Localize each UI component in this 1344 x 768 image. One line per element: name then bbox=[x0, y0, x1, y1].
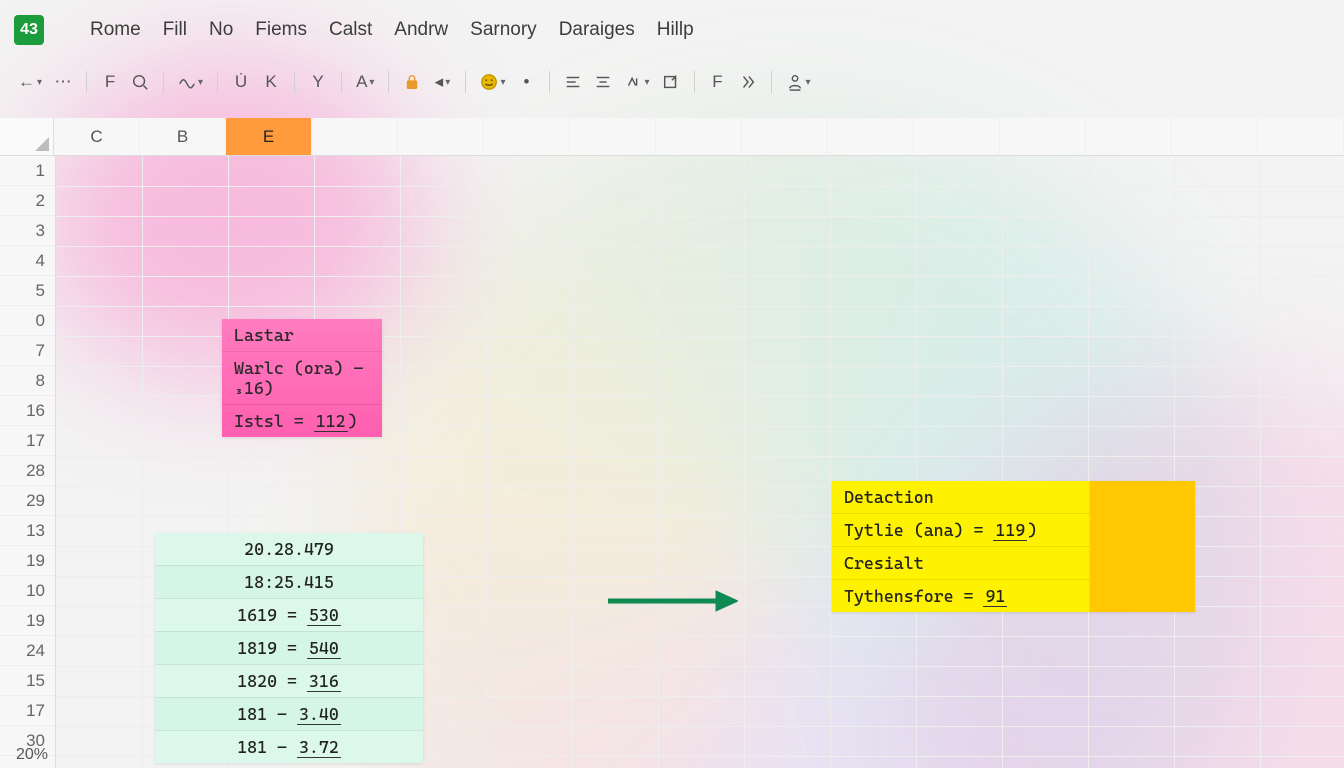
font-color-button[interactable]: A▾ bbox=[354, 69, 376, 95]
dot-button[interactable]: • bbox=[515, 69, 537, 95]
font-f-button[interactable]: F bbox=[99, 69, 121, 95]
note-line: Cresialt bbox=[832, 546, 1090, 579]
column-header-C[interactable]: C bbox=[54, 118, 140, 156]
row-header[interactable]: 19 bbox=[0, 546, 55, 576]
app-badge: 43 bbox=[14, 15, 44, 45]
column-header-blank[interactable] bbox=[742, 118, 828, 156]
row-header[interactable]: 17 bbox=[0, 426, 55, 456]
row-header[interactable]: 7 bbox=[0, 336, 55, 366]
column-header-blank[interactable] bbox=[1086, 118, 1172, 156]
row-header[interactable]: 2 bbox=[0, 186, 55, 216]
wave-icon[interactable]: ▾ bbox=[176, 69, 205, 95]
letter-y-button[interactable]: Y bbox=[307, 69, 329, 95]
column-headers: CBE bbox=[0, 118, 1344, 156]
note-line: 1820 = 316 bbox=[155, 664, 423, 697]
column-header-blank[interactable] bbox=[312, 118, 398, 156]
person-icon[interactable]: ▾ bbox=[784, 69, 813, 95]
toolbar: ←▾ ⋯ F ▾ U̇ K Y A▾ ◂▾ ▾ • ▾ F ▾ bbox=[0, 64, 1344, 100]
menu-item-calst[interactable]: Calst bbox=[329, 19, 372, 41]
menu-item-rome[interactable]: Rome bbox=[90, 19, 141, 41]
menu-item-sarnory[interactable]: Sarnory bbox=[470, 19, 537, 41]
row-header[interactable]: 13 bbox=[0, 516, 55, 546]
pink-note[interactable]: LastarWarlc (ora) – ₃16)Istsl = 112) bbox=[222, 319, 382, 437]
menu-item-no[interactable]: No bbox=[209, 19, 233, 41]
row-header[interactable]: 29 bbox=[0, 486, 55, 516]
note-line: Detaction bbox=[832, 481, 1090, 513]
row-header[interactable]: 3 bbox=[0, 216, 55, 246]
row-header[interactable]: 10 bbox=[0, 576, 55, 606]
row-headers: 12345078161728291319101924151730 bbox=[0, 156, 56, 768]
row-header[interactable]: 0 bbox=[0, 306, 55, 336]
letter-k-button[interactable]: K bbox=[260, 69, 282, 95]
chevrons-icon[interactable] bbox=[737, 69, 759, 95]
arrow-left-small-button[interactable]: ◂▾ bbox=[431, 69, 453, 95]
align-left-icon[interactable] bbox=[562, 69, 584, 95]
column-header-blank[interactable] bbox=[1258, 118, 1344, 156]
u-underline-button[interactable]: U̇ bbox=[230, 69, 252, 95]
back-button[interactable]: ←▾ bbox=[16, 69, 44, 95]
note-line: 1819 = 540 bbox=[155, 631, 423, 664]
column-header-blank[interactable] bbox=[484, 118, 570, 156]
note-line: Istsl = 112) bbox=[222, 404, 382, 437]
sort-icon[interactable]: ▾ bbox=[622, 69, 651, 95]
note-line: 181 – 3.72 bbox=[155, 730, 423, 763]
yellow-note[interactable]: DetactionTytlie (ana) = 119)CresialtTyth… bbox=[832, 481, 1090, 612]
note-line: 18:25.415 bbox=[155, 565, 423, 598]
column-header-blank[interactable] bbox=[828, 118, 914, 156]
column-header-E[interactable]: E bbox=[226, 118, 312, 156]
menu-item-daraiges[interactable]: Daraiges bbox=[559, 19, 635, 41]
letter-f2-button[interactable]: F bbox=[707, 69, 729, 95]
column-header-B[interactable]: B bbox=[140, 118, 226, 156]
mint-table[interactable]: 20.28.47918:25.4151619 = 5301819 = 54018… bbox=[155, 533, 423, 763]
column-header-blank[interactable] bbox=[656, 118, 742, 156]
more-button[interactable]: ⋯ bbox=[52, 69, 74, 95]
menu-items: Rome Fill No Fiems Calst Andrw Sarnory Daraiges… bbox=[90, 19, 694, 41]
row-header[interactable]: 4 bbox=[0, 246, 55, 276]
note-line: Tythensfore = 91 bbox=[832, 579, 1090, 612]
row-header[interactable]: 16 bbox=[0, 396, 55, 426]
row-header[interactable]: 8 bbox=[0, 366, 55, 396]
note-line: 181 – 3.40 bbox=[155, 697, 423, 730]
column-header-blank[interactable] bbox=[1172, 118, 1258, 156]
status-zoom: 20% bbox=[16, 746, 48, 764]
spreadsheet-grid[interactable]: CBE 12345078161728291319101924151730 Las… bbox=[0, 118, 1344, 768]
row-header[interactable]: 24 bbox=[0, 636, 55, 666]
search-icon[interactable] bbox=[129, 69, 151, 95]
menu-item-hillp[interactable]: Hillp bbox=[657, 19, 694, 41]
row-header[interactable]: 15 bbox=[0, 666, 55, 696]
menu-item-fill[interactable]: Fill bbox=[163, 19, 187, 41]
column-header-blank[interactable] bbox=[570, 118, 656, 156]
export-icon[interactable] bbox=[660, 69, 682, 95]
note-line: 1619 = 530 bbox=[155, 598, 423, 631]
note-line: 20.28.479 bbox=[155, 533, 423, 565]
menu-item-fiems[interactable]: Fiems bbox=[255, 19, 307, 41]
row-header[interactable]: 19 bbox=[0, 606, 55, 636]
note-line: Tytlie (ana) = 119) bbox=[832, 513, 1090, 546]
column-header-blank[interactable] bbox=[1000, 118, 1086, 156]
column-header-blank[interactable] bbox=[398, 118, 484, 156]
row-header[interactable]: 1 bbox=[0, 156, 55, 186]
note-line: Lastar bbox=[222, 319, 382, 351]
lock-icon[interactable] bbox=[401, 69, 423, 95]
menu-item-andrw[interactable]: Andrw bbox=[394, 19, 448, 41]
menubar: 43 Rome Fill No Fiems Calst Andrw Sarnory Darai… bbox=[0, 6, 1344, 54]
align-center-icon[interactable] bbox=[592, 69, 614, 95]
column-header-blank[interactable] bbox=[914, 118, 1000, 156]
arrow-icon bbox=[608, 586, 738, 616]
row-header[interactable]: 17 bbox=[0, 696, 55, 726]
row-header[interactable]: 5 bbox=[0, 276, 55, 306]
row-header[interactable]: 28 bbox=[0, 456, 55, 486]
select-all-corner[interactable] bbox=[0, 118, 54, 156]
note-line: Warlc (ora) – ₃16) bbox=[222, 351, 382, 404]
emoji-icon[interactable]: ▾ bbox=[478, 69, 507, 95]
